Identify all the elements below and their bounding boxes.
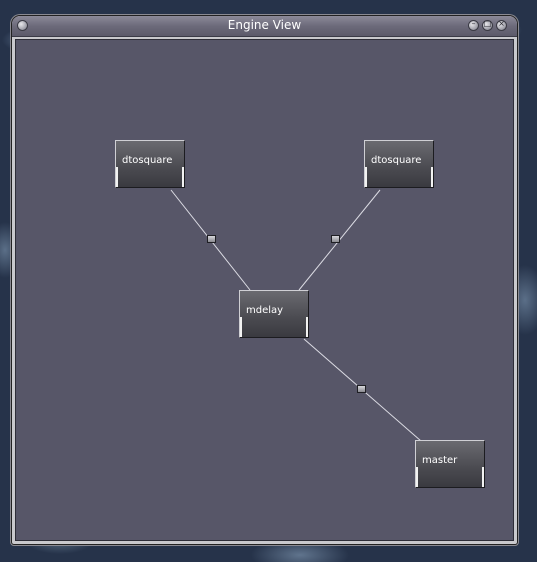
engine-view-window: Engine View – □ × dtosquare dtosquare md…	[11, 15, 518, 545]
minimize-icon[interactable]: –	[468, 19, 479, 31]
node-mdelay[interactable]: mdelay	[239, 290, 309, 338]
maximize-glyph: □	[483, 19, 492, 28]
window-title: Engine View	[227, 18, 302, 32]
connection-handle[interactable]	[331, 235, 340, 243]
node-dtosquare-1[interactable]: dtosquare	[115, 140, 185, 188]
title-bar[interactable]: Engine View – □ ×	[12, 16, 517, 37]
node-master[interactable]: master	[415, 440, 485, 488]
close-icon[interactable]: ×	[496, 19, 507, 31]
node-dtosquare-2[interactable]: dtosquare	[364, 140, 434, 188]
node-label: master	[422, 455, 458, 466]
close-glyph: ×	[498, 19, 505, 28]
node-label: dtosquare	[122, 155, 173, 166]
minimize-glyph: –	[471, 19, 476, 28]
engine-graph-canvas[interactable]: dtosquare dtosquare mdelay master	[15, 39, 514, 541]
connection-handle[interactable]	[357, 385, 366, 393]
node-label: dtosquare	[371, 155, 422, 166]
node-label: mdelay	[246, 305, 284, 316]
maximize-icon[interactable]: □	[482, 19, 493, 31]
connection-handle[interactable]	[207, 235, 216, 243]
